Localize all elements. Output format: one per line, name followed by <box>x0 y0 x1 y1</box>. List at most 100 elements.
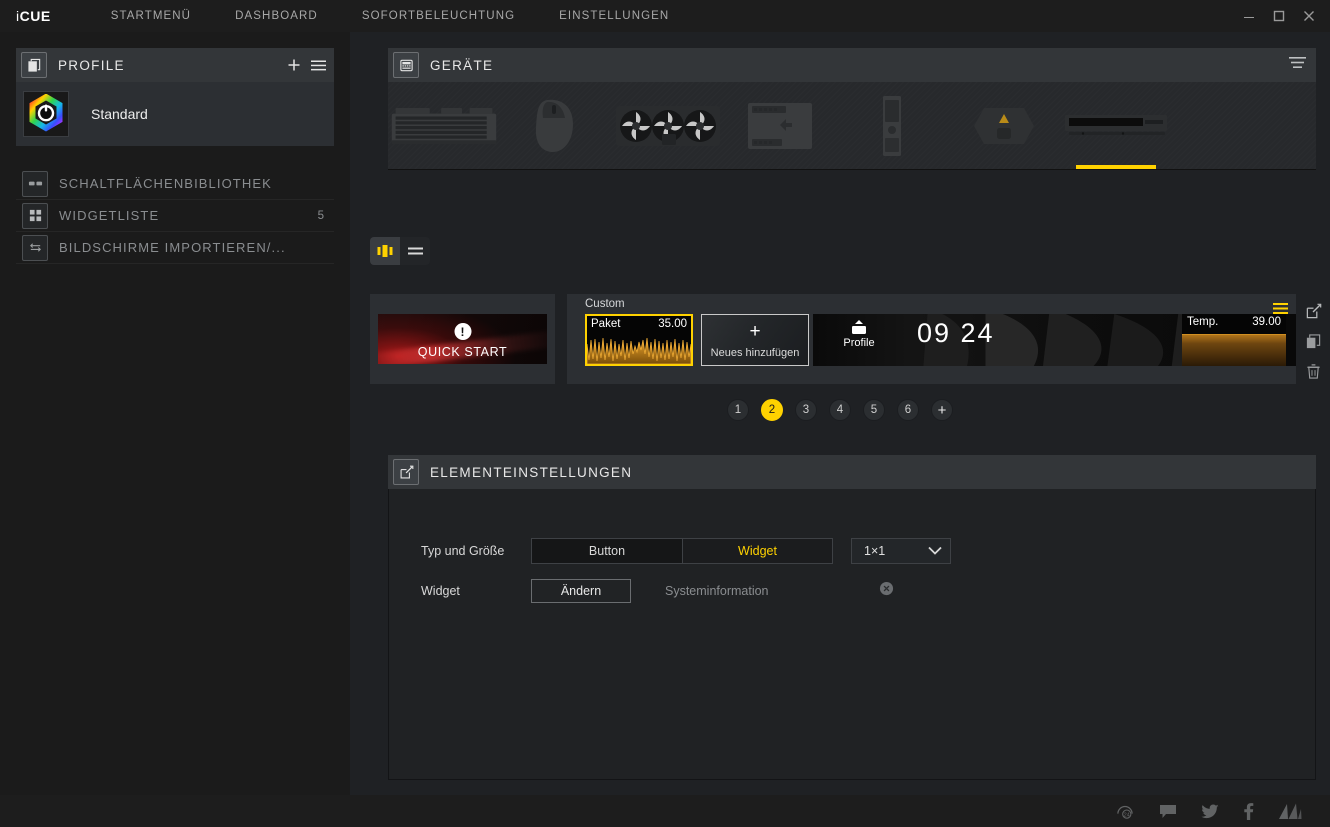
delete-button[interactable] <box>1302 360 1324 382</box>
devices-panel: GERÄTE <box>388 48 1316 170</box>
custom-group-label: Custom <box>585 298 625 310</box>
icue-application-window: iCUE STARTMENÜ DASHBOARD SOFORTBELEUCHTU… <box>0 0 1330 827</box>
duplicate-button[interactable] <box>1302 330 1324 352</box>
device-selected-indicator <box>404 165 484 169</box>
change-widget-button[interactable]: Ändern <box>531 579 631 603</box>
type-segmented-control: Button Widget <box>531 538 833 564</box>
sidebar-item-label: SCHALTFLÄCHENBIBLIOTHEK <box>59 176 272 191</box>
menu-item-einstellungen[interactable]: EINSTELLUNGEN <box>537 10 691 22</box>
main-menu: STARTMENÜ DASHBOARD SOFORTBELEUCHTUNG EI… <box>89 10 692 22</box>
sidebar-item-widget-list[interactable]: WIDGETLISTE 5 <box>16 200 334 232</box>
profiles-panel-header: PROFILE <box>16 48 334 82</box>
device-selected-indicator <box>628 165 708 169</box>
window-controls <box>1234 0 1324 32</box>
device-selected-indicator <box>852 165 932 169</box>
facebook-icon[interactable] <box>1243 802 1254 820</box>
widget-clock[interactable]: 09 24 <box>917 318 995 349</box>
app-logo-cue: CUE <box>19 8 51 24</box>
device-headset-stand[interactable] <box>948 82 1060 169</box>
import-export-icon <box>22 234 48 261</box>
widget-fan-background[interactable]: Profile 09 24 Temp. 39.00 <box>813 314 1296 366</box>
type-widget-option[interactable]: Widget <box>682 539 832 563</box>
page-button-2[interactable]: 2 <box>761 399 783 421</box>
device-aio-cooler[interactable] <box>612 82 724 169</box>
widget-paket[interactable]: Paket 35.00 <box>585 314 693 366</box>
icue-logo-icon <box>23 91 69 137</box>
plus-icon: + <box>749 321 761 342</box>
widget-profile[interactable]: Profile <box>835 320 883 349</box>
device-selected-indicator <box>516 165 596 169</box>
devices-header: GERÄTE <box>388 48 1316 82</box>
widget-row-label: Widget <box>421 584 460 598</box>
sidebar: PROFILE Standard SCHALTFLÄCHENBIBLIOTHEK… <box>0 32 350 795</box>
edit-button[interactable] <box>1302 300 1324 322</box>
device-commander-controller[interactable] <box>724 82 836 169</box>
page-button-6[interactable]: 6 <box>897 399 919 421</box>
row-type-and-size: Typ und Größe Button Widget 1×1 <box>421 538 951 564</box>
sidebar-item-label: WIDGETLISTE <box>59 208 160 223</box>
sidebar-item-import-screens[interactable]: BILDSCHIRME IMPORTIEREN/... <box>16 232 334 264</box>
widget-strip: Paket 35.00 + Neues hinzufügen Profile 0… <box>585 314 1296 372</box>
support-24-icon[interactable]: 24 <box>1115 803 1135 819</box>
chat-bubble-icon[interactable] <box>1159 804 1177 819</box>
widget-temp[interactable]: Temp. 39.00 <box>1182 314 1286 366</box>
edit-icon <box>393 459 419 485</box>
keyboard-icon <box>393 52 419 78</box>
hamburger-icon[interactable] <box>311 59 326 72</box>
device-mouse[interactable] <box>500 82 612 169</box>
board-menu-icon[interactable] <box>1273 302 1288 320</box>
profile-name: Standard <box>91 106 148 122</box>
sidebar-nav: SCHALTFLÄCHENBIBLIOTHEK WIDGETLISTE 5 BI… <box>16 168 334 264</box>
sidebar-item-label: BILDSCHIRME IMPORTIEREN/... <box>59 240 286 255</box>
quick-start-tile[interactable]: ! QUICK START <box>378 314 547 364</box>
list-view-button[interactable] <box>400 237 430 265</box>
menu-item-startmenu[interactable]: STARTMENÜ <box>89 10 213 22</box>
device-memory-module[interactable] <box>836 82 948 169</box>
profile-item-standard[interactable]: Standard <box>16 82 334 146</box>
size-dropdown[interactable]: 1×1 <box>851 538 951 564</box>
plus-icon[interactable] <box>287 58 301 72</box>
quick-start-label: QUICK START <box>417 345 508 359</box>
button-library-icon <box>22 170 48 197</box>
bottom-bar: 24 <box>0 795 1330 827</box>
widget-add-label: Neues hinzufügen <box>710 347 800 359</box>
page-button-3[interactable]: 3 <box>795 399 817 421</box>
page-button-1[interactable]: 1 <box>727 399 749 421</box>
board-side-actions <box>1302 300 1324 382</box>
type-button-option[interactable]: Button <box>532 539 682 563</box>
widget-board: ! QUICK START Custom Paket 35.00 + Neues… <box>370 294 1296 384</box>
widget-paket-value: 35.00 <box>658 318 687 330</box>
clear-circle-icon[interactable] <box>879 581 894 601</box>
social-links: 24 <box>1115 795 1302 827</box>
device-selected-indicator <box>964 165 1044 169</box>
grid-view-button[interactable] <box>370 237 400 265</box>
menu-item-sofortbeleuchtung[interactable]: SOFORTBELEUCHTUNG <box>340 10 537 22</box>
widget-selected-value: Systeminformation <box>665 584 769 598</box>
device-keyboard[interactable] <box>388 82 500 169</box>
quick-start-card: ! QUICK START <box>370 294 555 384</box>
close-button[interactable] <box>1294 0 1324 32</box>
svg-text:24: 24 <box>1124 812 1130 818</box>
minimize-button[interactable] <box>1234 0 1264 32</box>
widget-temp-name: Temp. <box>1187 316 1219 328</box>
add-page-button[interactable]: + <box>931 399 953 421</box>
chevron-down-icon <box>928 542 942 560</box>
menu-item-dashboard[interactable]: DASHBOARD <box>213 10 340 22</box>
size-dropdown-value: 1×1 <box>864 544 886 558</box>
page-button-4[interactable]: 4 <box>829 399 851 421</box>
devices-title: GERÄTE <box>430 57 494 73</box>
device-lcd-display-bar[interactable] <box>1060 82 1172 169</box>
page-button-5[interactable]: 5 <box>863 399 885 421</box>
widget-profile-label: Profile <box>843 337 875 349</box>
corsair-sails-icon[interactable] <box>1278 803 1302 820</box>
twitter-icon[interactable] <box>1201 804 1219 819</box>
main-content: GERÄTE ! QUICK START Custom Paket 35.00 … <box>350 32 1330 795</box>
sort-icon[interactable] <box>1289 56 1306 74</box>
page-pagination: 1 2 3 4 5 6 + <box>350 399 1330 421</box>
maximize-button[interactable] <box>1264 0 1294 32</box>
device-selected-indicator <box>1076 165 1156 169</box>
profiles-actions <box>287 58 326 72</box>
row-widget: Widget Ändern Systeminformation <box>421 579 894 603</box>
sidebar-item-button-library[interactable]: SCHALTFLÄCHENBIBLIOTHEK <box>16 168 334 200</box>
widget-add-new[interactable]: + Neues hinzufügen <box>701 314 809 366</box>
